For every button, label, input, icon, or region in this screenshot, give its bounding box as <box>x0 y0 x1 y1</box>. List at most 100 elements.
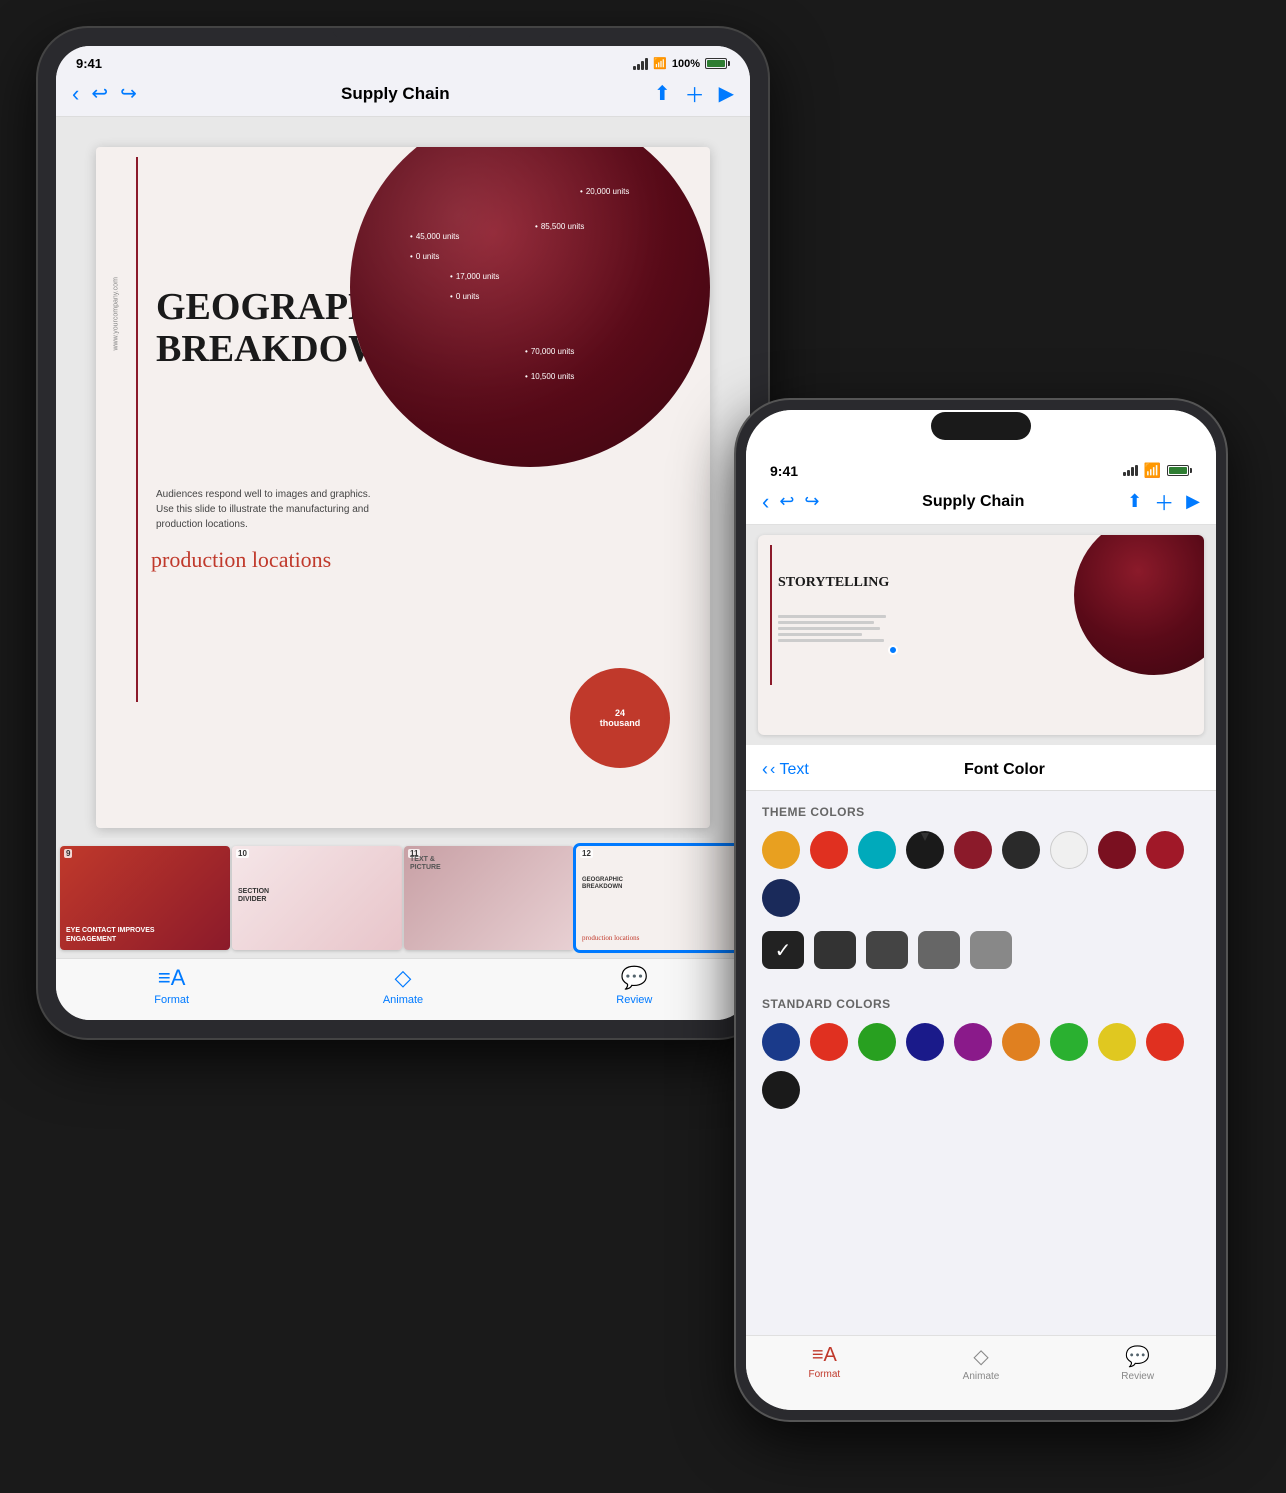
format-icon: ≡A <box>158 965 186 991</box>
font-color-panel: ‹ ‹ Text Font Color THEME COLORS <box>746 745 1216 1335</box>
theme-color-teal[interactable] <box>858 831 896 869</box>
tablet-redo-button[interactable]: ↪ <box>120 81 137 106</box>
thumbnail-12[interactable]: 12 GEOGRAPHICBREAKDOWN production locati… <box>576 846 746 950</box>
phone-slide-thumb[interactable]: STORYTELLING <box>758 535 1204 735</box>
std-color-red2[interactable] <box>1146 1023 1184 1061</box>
data-point-7: 70,000 units <box>525 347 574 356</box>
phone-review-tab[interactable]: 💬 Review <box>1059 1344 1216 1382</box>
phone-animate-icon: ◇ <box>973 1344 988 1369</box>
tablet-notch <box>333 28 473 38</box>
phone-slide-bar <box>770 545 772 685</box>
phone-slide-inner: STORYTELLING <box>758 535 1204 735</box>
phone-title: Supply Chain <box>820 493 1128 511</box>
theme-swatch-check[interactable]: ✓ <box>762 931 804 969</box>
phone-format-tab[interactable]: ≡A Format <box>746 1344 903 1382</box>
tablet-add-button[interactable]: ＋ <box>685 79 705 108</box>
phone-review-icon: 💬 <box>1125 1344 1150 1369</box>
tablet-share-button[interactable]: ⬆ <box>654 81 671 106</box>
standard-colors-label: STANDARD COLORS <box>746 983 1216 1019</box>
tablet-time: 9:41 <box>76 56 102 71</box>
slide-left-bar <box>136 157 138 702</box>
theme-color-orange[interactable] <box>762 831 800 869</box>
tablet-play-button[interactable]: ▶ <box>719 81 734 106</box>
data-point-6: 0 units <box>450 292 479 301</box>
std-color-lightgreen[interactable] <box>1050 1023 1088 1061</box>
theme-swatch-2[interactable] <box>814 931 856 969</box>
std-color-black[interactable] <box>762 1071 800 1109</box>
phone-bottombar: ≡A Format ◇ Animate 💬 Review <box>746 1335 1216 1410</box>
tablet-statusbar: 9:41 📶 100% <box>56 46 750 75</box>
phone-format-label: Format <box>809 1369 841 1380</box>
theme-swatch-5[interactable] <box>970 931 1012 969</box>
thumbnail-strip: 9 EYE CONTACT IMPROVESENGAGEMENT 10 SECT… <box>56 838 750 958</box>
slide-subtitle: Audiences respond well to images and gra… <box>156 487 376 532</box>
phone-slide-text-lines <box>778 615 898 645</box>
theme-color-red2[interactable] <box>1098 831 1136 869</box>
tablet-undo-button[interactable]: ↩ <box>91 81 108 106</box>
globe: 20,000 units 85,500 units 45,000 units 0… <box>350 147 710 467</box>
phone-dynamic-island <box>931 412 1031 440</box>
std-color-darkblue[interactable] <box>906 1023 944 1061</box>
tablet-screen: 9:41 📶 100% ‹ ↩ ↪ <box>56 46 750 1020</box>
red-circle-number: 24 <box>615 708 625 718</box>
std-color-purple[interactable] <box>954 1023 992 1061</box>
globe-container: 20,000 units 85,500 units 45,000 units 0… <box>350 147 710 487</box>
red-circle: 24 thousand <box>570 668 670 768</box>
standard-colors-section: STANDARD COLORS <box>746 983 1216 1123</box>
tablet-animate-tab[interactable]: ◇ Animate <box>287 965 518 1006</box>
std-color-blue[interactable] <box>762 1023 800 1061</box>
theme-color-white[interactable] <box>1050 831 1088 869</box>
tablet-back-button[interactable]: ‹ <box>72 81 79 107</box>
std-color-green[interactable] <box>858 1023 896 1061</box>
phone-time: 9:41 <box>770 463 798 479</box>
theme-swatch-4[interactable] <box>918 931 960 969</box>
thumb-label-9: EYE CONTACT IMPROVESENGAGEMENT <box>66 927 155 944</box>
format-label: Format <box>154 994 189 1006</box>
thumb-num-10: 10 <box>236 849 249 858</box>
tablet-navbar: ‹ ↩ ↪ Supply Chain ⬆ ＋ ▶ <box>56 75 750 117</box>
theme-color-darkgray[interactable] <box>1002 831 1040 869</box>
theme-color-darkred[interactable] <box>954 831 992 869</box>
phone-slide-globe <box>1074 535 1204 675</box>
phone-play-button[interactable]: ▶ <box>1186 491 1200 512</box>
review-label: Review <box>616 994 652 1006</box>
data-point-1: 20,000 units <box>580 187 629 196</box>
phone-add-button[interactable]: ＋ <box>1154 487 1174 516</box>
thumbnail-11[interactable]: 11 TEXT &PICTURE <box>404 846 574 950</box>
theme-swatch-3[interactable] <box>866 931 908 969</box>
theme-color-red1[interactable] <box>810 831 848 869</box>
thumbnail-9[interactable]: 9 EYE CONTACT IMPROVESENGAGEMENT <box>60 846 230 950</box>
phone-review-label: Review <box>1121 1371 1154 1382</box>
thumb-label-10: SECTIONDIVIDER <box>238 888 269 946</box>
thumbnail-10[interactable]: 10 SECTIONDIVIDER <box>232 846 402 950</box>
theme-color-black-selected[interactable] <box>906 831 944 869</box>
animate-label: Animate <box>383 994 423 1006</box>
font-color-back[interactable]: ‹ ‹ Text <box>762 759 809 780</box>
std-color-yellow[interactable] <box>1098 1023 1136 1061</box>
phone-back-button[interactable]: ‹ <box>762 489 769 515</box>
back-chevron: ‹ <box>762 759 768 780</box>
tablet-review-tab[interactable]: 💬 Review <box>519 965 750 1006</box>
phone-undo-button[interactable]: ↩ <box>779 491 794 512</box>
phone-slide-title: STORYTELLING <box>778 575 889 590</box>
phone-share-button[interactable]: ⬆ <box>1127 491 1142 512</box>
theme-color-red3[interactable] <box>1146 831 1184 869</box>
tablet-title: Supply Chain <box>137 84 654 104</box>
tablet-format-tab[interactable]: ≡A Format <box>56 965 287 1006</box>
std-color-orange[interactable] <box>1002 1023 1040 1061</box>
phone-signal-icon <box>1123 465 1138 476</box>
phone-redo-button[interactable]: ↪ <box>804 491 819 512</box>
data-point-2: 85,500 units <box>535 222 584 231</box>
std-color-red[interactable] <box>810 1023 848 1061</box>
phone-navbar: ‹ ↩ ↪ Supply Chain ⬆ ＋ ▶ <box>746 483 1216 525</box>
panel-title: Font Color <box>809 761 1200 779</box>
theme-color-navy[interactable] <box>762 879 800 917</box>
theme-color-row2: ✓ <box>746 931 1216 983</box>
thumb-label-11: TEXT &PICTURE <box>410 856 441 946</box>
tablet-status-icons: 📶 100% <box>633 57 730 70</box>
battery-percent: 100% <box>672 58 700 70</box>
red-circle-unit: thousand <box>600 718 641 728</box>
phone-animate-tab[interactable]: ◇ Animate <box>903 1344 1060 1382</box>
slide-canvas[interactable]: www.yourcompany.com GEOGRAPHIC BREAKDOWN… <box>96 147 710 828</box>
phone-slide-preview: STORYTELLING <box>746 525 1216 745</box>
